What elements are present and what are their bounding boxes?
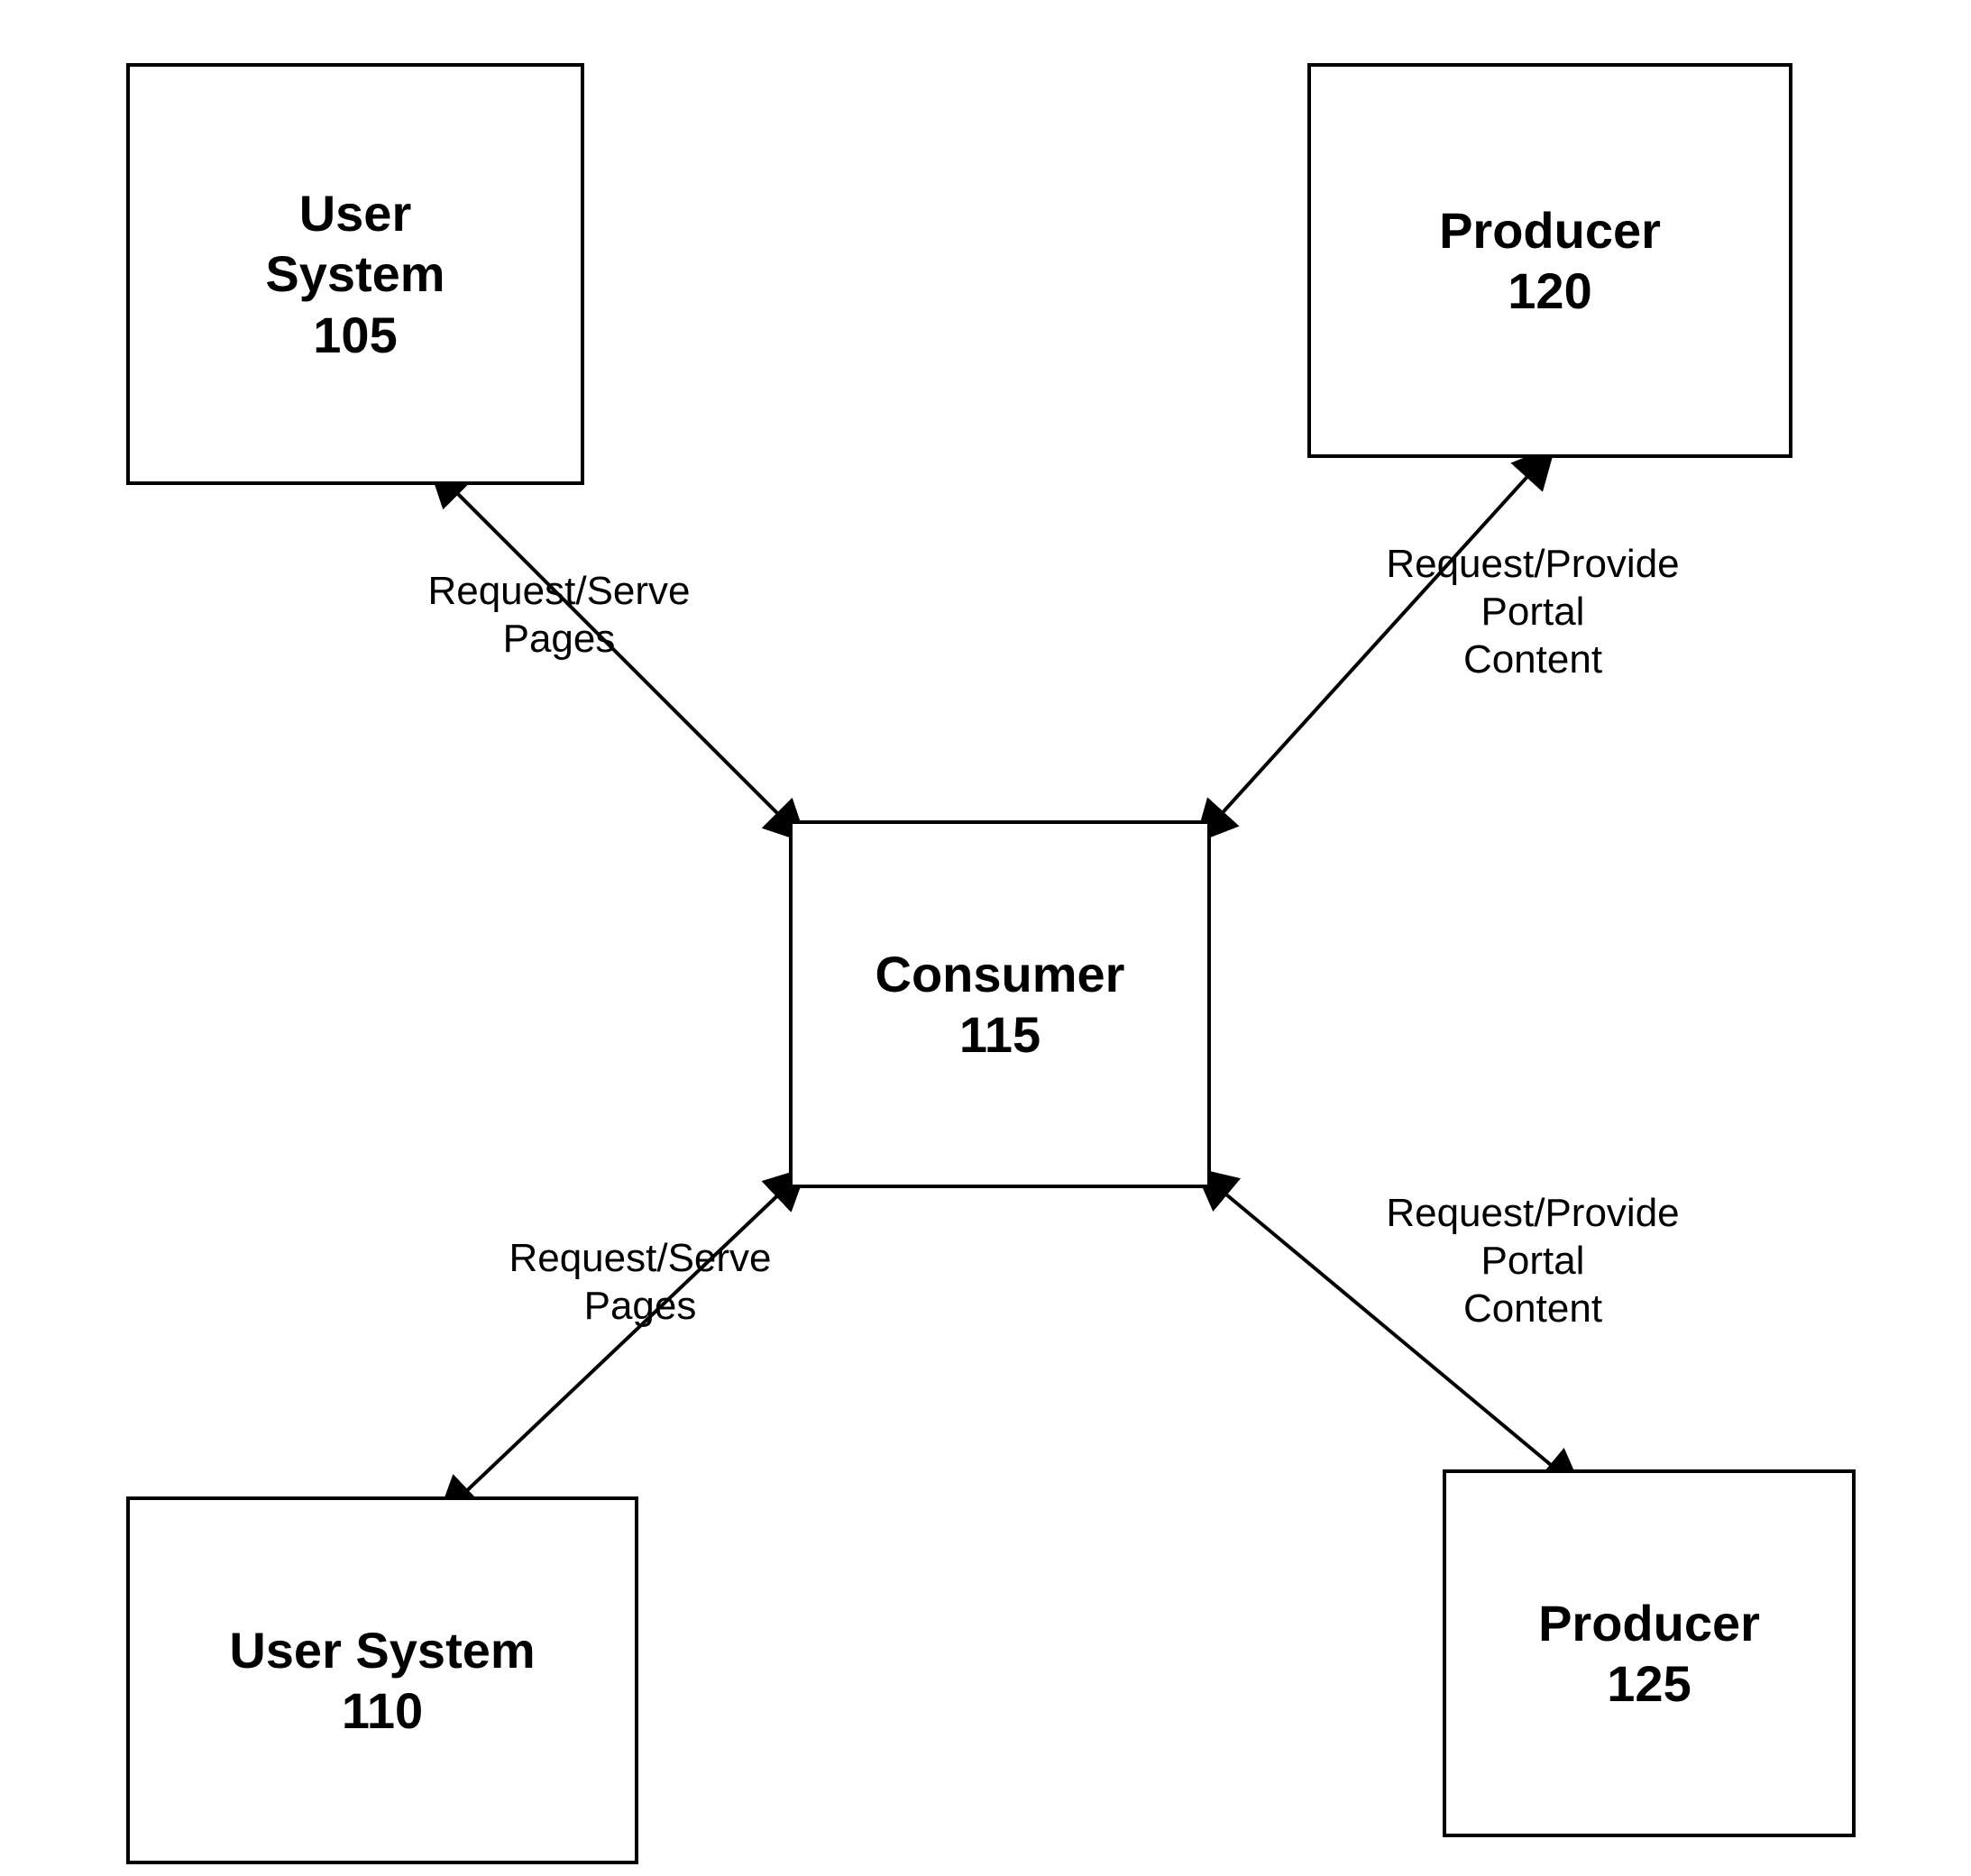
node-user-system-105: UserSystem 105 [126,63,584,485]
system-diagram: UserSystem 105 Producer 120 Consumer 115… [0,0,1971,1876]
node-label: User System [229,1620,535,1680]
node-number: 120 [1508,261,1591,321]
node-user-system-110: User System 110 [126,1496,638,1864]
node-label: UserSystem [265,183,445,304]
node-number: 125 [1607,1653,1691,1714]
edge-label-bottom-left: Request/ServePages [478,1235,802,1331]
edge-label-top-left: Request/ServePages [397,568,721,663]
node-producer-125: Producer 125 [1443,1469,1856,1837]
node-producer-120: Producer 120 [1307,63,1792,458]
node-label: Consumer [875,944,1125,1004]
edge-label-bottom-right: Request/ProvidePortalContent [1352,1190,1713,1332]
node-label: Producer [1538,1593,1760,1653]
edge-label-top-right: Request/ProvidePortalContent [1352,541,1713,683]
node-label: Producer [1439,200,1661,261]
node-consumer-115: Consumer 115 [789,820,1211,1188]
node-number: 115 [959,1004,1041,1065]
node-number: 110 [342,1680,423,1741]
node-number: 105 [313,305,397,365]
